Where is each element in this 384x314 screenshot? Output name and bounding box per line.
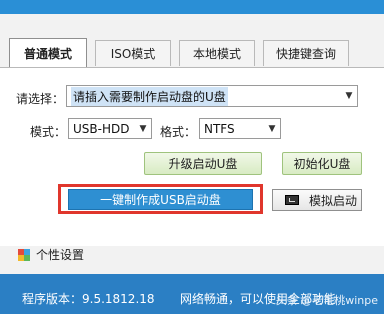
watermark-text: 头条 @老毛桃winpe (275, 294, 378, 307)
watermark: 头条 @老毛桃winpe (276, 292, 378, 308)
tab-normal-mode[interactable]: 普通模式 (9, 38, 87, 68)
version-text: 程序版本：9.5.1812.18 (22, 292, 155, 306)
tab-shortcut-query[interactable]: 快捷键查询 (263, 40, 349, 66)
chevron-down-icon[interactable]: ▼ (264, 119, 280, 138)
mode-label: 模式： (30, 125, 67, 139)
chevron-down-icon[interactable]: ▼ (341, 86, 357, 106)
title-strip (0, 0, 384, 14)
format-select-value: NTFS (204, 121, 235, 136)
upgrade-boot-usb-button[interactable]: 升级启动U盘 (144, 152, 262, 175)
settings-grid-icon (18, 248, 30, 261)
tab-label: 快捷键查询 (275, 47, 336, 61)
tab-label: ISO模式 (110, 47, 156, 61)
device-select[interactable]: 请插入需要制作启动盘的U盘 ▼ (66, 85, 358, 107)
chevron-down-icon[interactable]: ▼ (135, 119, 151, 138)
tab-label: 本地模式 (192, 47, 241, 61)
tab-local-mode[interactable]: 本地模式 (179, 40, 255, 66)
device-label: 请选择： (16, 92, 65, 106)
tab-label: 普通模式 (23, 47, 72, 61)
mode-select-value: USB-HDD (73, 121, 130, 136)
mode-select[interactable]: USB-HDD ▼ (68, 118, 152, 139)
format-label: 格式： (160, 125, 197, 139)
format-select[interactable]: NTFS ▼ (199, 118, 281, 139)
make-usb-boot-disk-button[interactable]: 一键制作成USB启动盘 (68, 189, 253, 210)
personal-settings-label: 个性设置 (36, 248, 85, 262)
device-select-value: 请插入需要制作启动盘的U盘 (71, 86, 228, 106)
simulate-boot-label: 模拟启动 (309, 193, 358, 208)
simulate-boot-button[interactable]: 模拟启动 (272, 189, 362, 211)
tab-iso-mode[interactable]: ISO模式 (95, 40, 171, 66)
terminal-icon (285, 195, 299, 205)
status-bar: 程序版本：9.5.1812.18 网络畅通，可以使用全部功能 头条 @老毛桃wi… (0, 274, 384, 314)
personal-settings-link[interactable]: 个性设置 (18, 246, 84, 263)
init-usb-button[interactable]: 初始化U盘 (282, 152, 362, 175)
